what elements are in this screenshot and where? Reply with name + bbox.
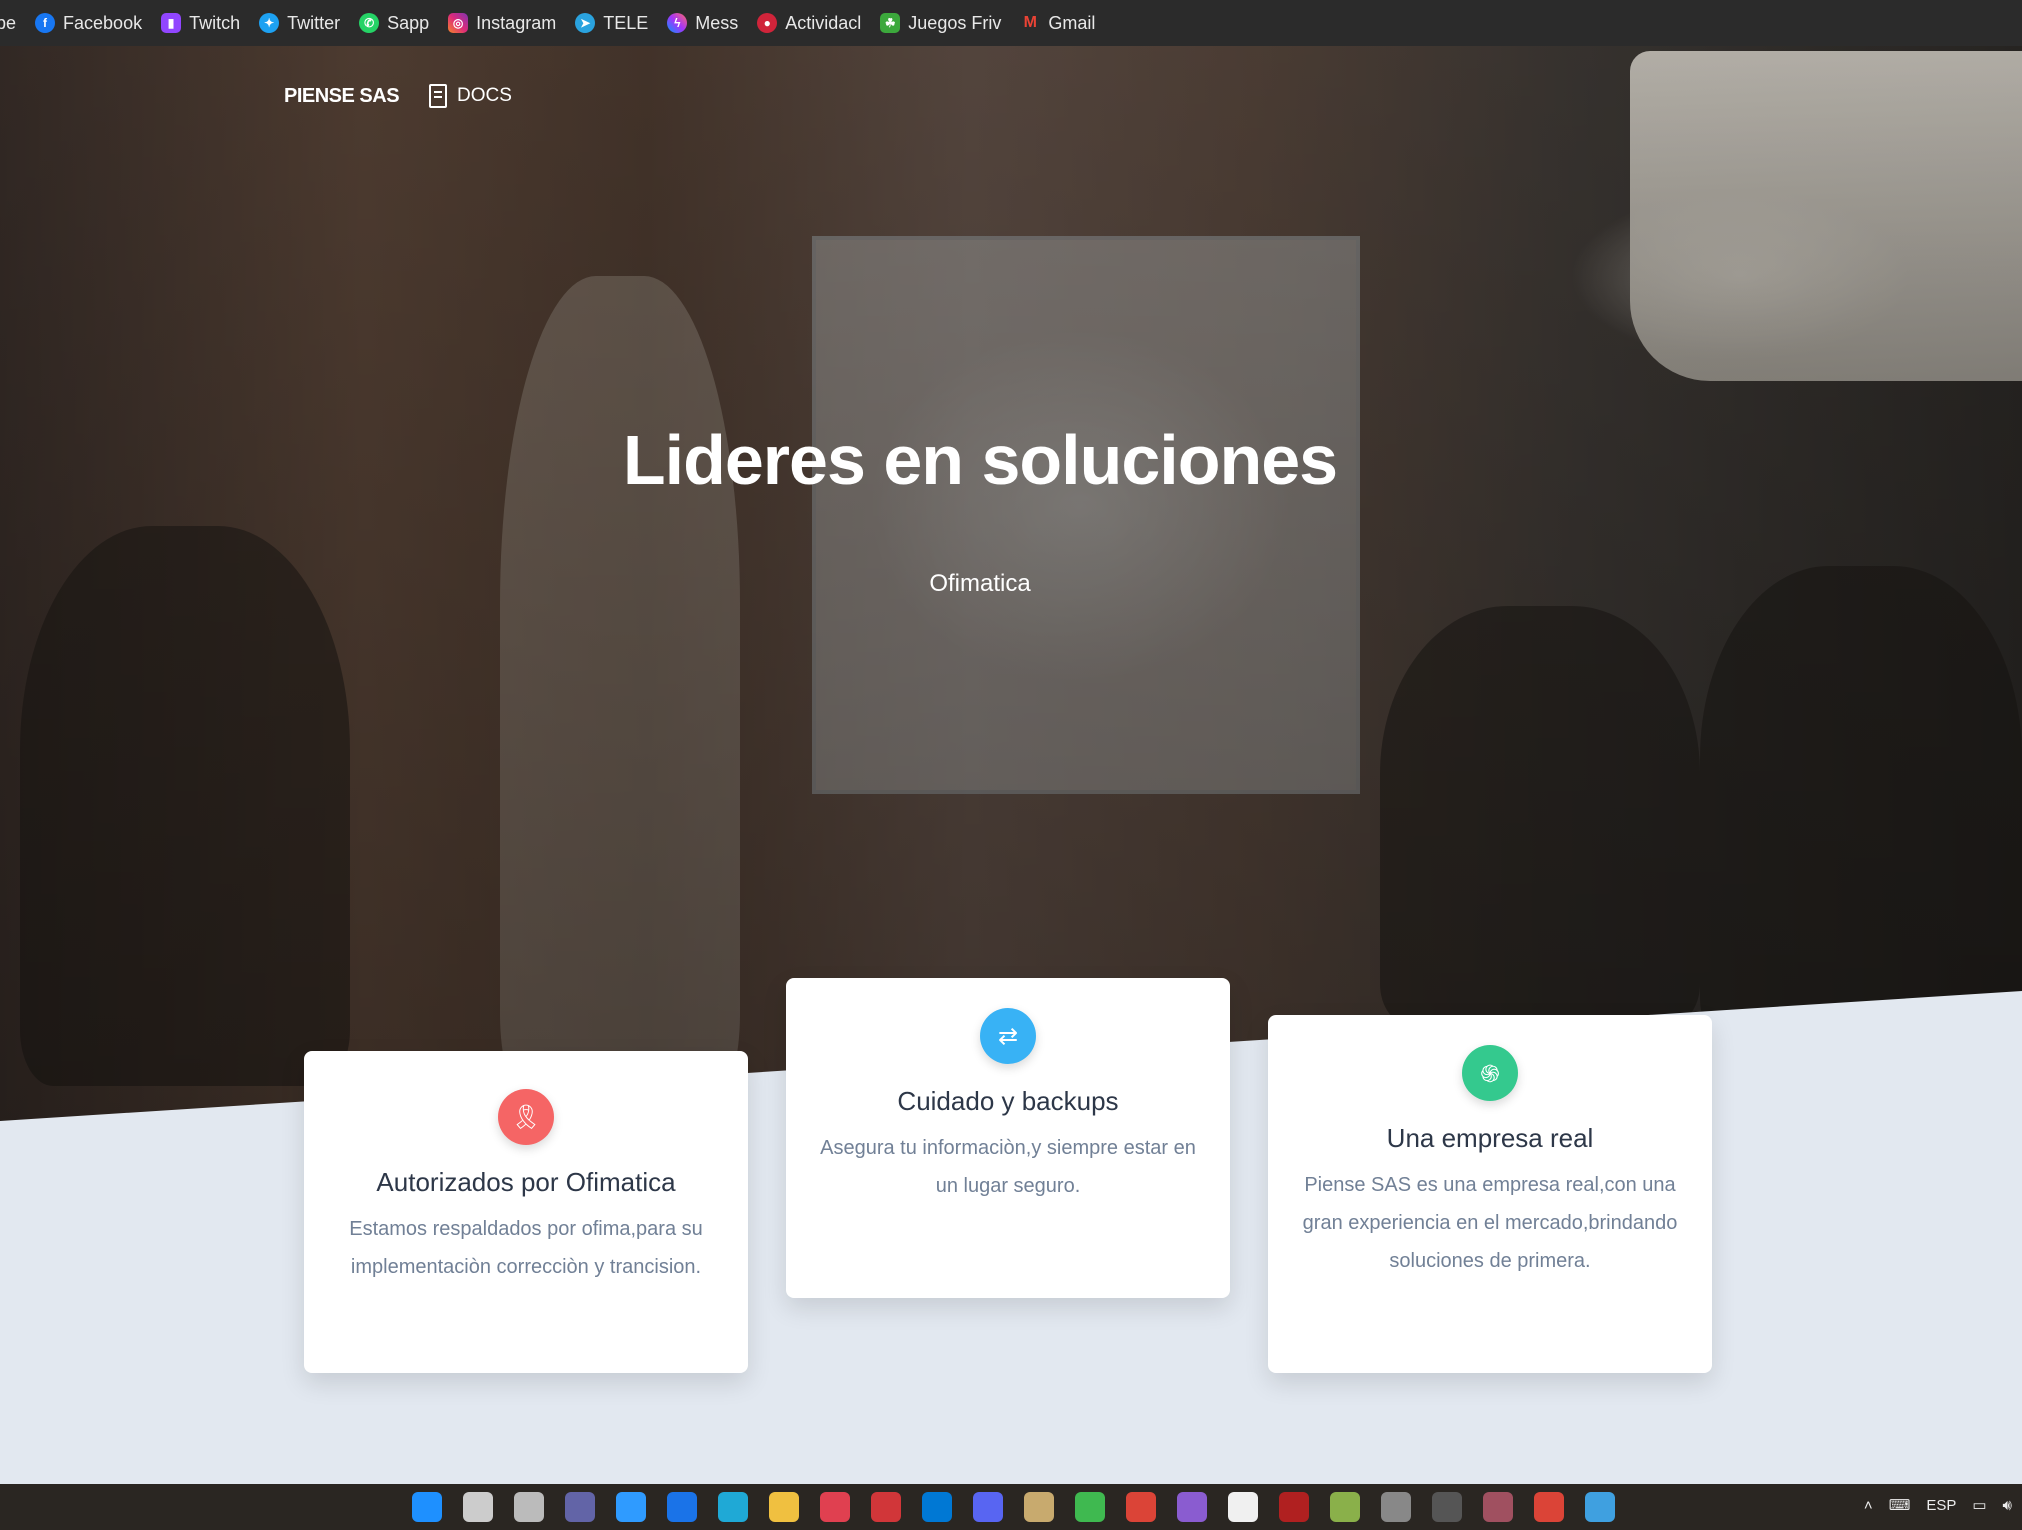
feature-card: 🎗︎ Autorizados por Ofimatica Estamos res… xyxy=(304,1051,748,1373)
cortana-icon[interactable] xyxy=(616,1492,646,1522)
bookmark-label: Juegos Friv xyxy=(908,12,1002,33)
bookmark-label: Mess xyxy=(695,12,739,33)
docs-label: DOCS xyxy=(457,85,512,106)
bookmark-gmail[interactable]: M Gmail xyxy=(1020,12,1096,34)
bookmark-twitter[interactable]: ✦ Twitter xyxy=(259,13,340,34)
hero-subtitle: Ofimatica xyxy=(929,570,1031,597)
bookmark-twitch[interactable]: ▮ Twitch xyxy=(161,13,240,34)
card-text: Asegura tu informaciòn,y siempre estar e… xyxy=(820,1137,1196,1197)
retweet-icon: ⇄ xyxy=(980,1008,1036,1064)
obs-icon[interactable] xyxy=(1177,1492,1207,1522)
bookmark-label: Instagram xyxy=(476,12,557,33)
file-explorer-icon[interactable] xyxy=(769,1492,799,1522)
github-icon[interactable] xyxy=(1228,1492,1258,1522)
bookmark-actividad[interactable]: ● Actividacl xyxy=(757,13,861,34)
search-icon[interactable] xyxy=(463,1492,493,1522)
bookmark-label: TELE xyxy=(603,12,649,33)
chrome2-icon[interactable] xyxy=(1534,1492,1564,1522)
windows-start-icon[interactable] xyxy=(412,1492,442,1522)
bookmark-label: Actividacl xyxy=(785,12,862,33)
brand-link[interactable]: PIENSE SAS xyxy=(284,85,400,108)
bookmark-whatsapp[interactable]: ✆ Sapp xyxy=(359,13,429,34)
telegram-icon: ➤ xyxy=(575,13,596,33)
top-nav: PIENSE SAS DOCS xyxy=(284,84,512,108)
discord-icon[interactable] xyxy=(973,1492,1003,1522)
bookmark-youtube[interactable]: be xyxy=(0,13,16,34)
valorant-icon[interactable] xyxy=(820,1492,850,1522)
card-title: Una empresa real xyxy=(1386,1123,1594,1153)
gmail-icon: M xyxy=(1023,14,1037,31)
riot-icon[interactable] xyxy=(871,1492,901,1522)
edge-icon[interactable] xyxy=(718,1492,748,1522)
network-icon[interactable]: ▭ xyxy=(1972,1496,1986,1514)
card-title: Autorizados por Ofimatica xyxy=(376,1167,676,1197)
task-view-icon[interactable] xyxy=(514,1492,544,1522)
tray-chevron-icon[interactable]: ˄ xyxy=(1864,1497,1873,1514)
bookmark-facebook[interactable]: f Facebook xyxy=(35,13,142,34)
game-icon[interactable] xyxy=(1279,1492,1309,1522)
feature-card: ֍ Una empresa real Piense SAS es una emp… xyxy=(1268,1015,1712,1373)
vscode-icon[interactable] xyxy=(922,1492,952,1522)
hero-title: Lideres en soluciones xyxy=(622,421,1338,499)
notepad-icon[interactable] xyxy=(1330,1492,1360,1522)
whatsapp-icon: ✆ xyxy=(359,13,380,33)
mail-icon[interactable] xyxy=(667,1492,697,1522)
twitch-icon: ▮ xyxy=(161,13,182,33)
bookmark-label: Facebook xyxy=(63,12,143,33)
terminal-icon[interactable] xyxy=(1432,1492,1462,1522)
document-icon xyxy=(429,84,448,108)
settings-icon[interactable] xyxy=(1381,1492,1411,1522)
keyboard-icon[interactable]: ⌨ xyxy=(1889,1496,1911,1514)
card-title: Cuidado y backups xyxy=(897,1086,1119,1116)
card-text: Estamos respaldados por ofima,para su im… xyxy=(349,1218,703,1278)
bookmark-label: Twitter xyxy=(287,12,341,33)
language-indicator[interactable]: ESP xyxy=(1926,1497,1956,1514)
bookmark-label: Twitch xyxy=(189,12,241,33)
messenger-icon: ϟ xyxy=(667,13,688,33)
teams-icon[interactable] xyxy=(565,1492,595,1522)
card-text: Piense SAS es una empresa real,con una g… xyxy=(1302,1174,1678,1272)
instagram-icon: ◎ xyxy=(448,13,469,33)
activity-icon: ● xyxy=(757,13,778,33)
docs-link[interactable]: DOCS xyxy=(429,84,512,108)
bookmark-instagram[interactable]: ◎ Instagram xyxy=(448,13,556,34)
game2-icon[interactable] xyxy=(1483,1492,1513,1522)
bookmark-telegram[interactable]: ➤ TELE xyxy=(575,13,648,34)
league-icon[interactable] xyxy=(1024,1492,1054,1522)
os-taskbar: ˄ ⌨ ESP ▭ 🔊︎ xyxy=(0,1484,2022,1530)
bookmark-label: be xyxy=(0,12,17,33)
bookmark-messenger[interactable]: ϟ Mess xyxy=(667,13,738,34)
paint-icon[interactable] xyxy=(1585,1492,1615,1522)
system-tray: ˄ ⌨ ESP ▭ 🔊︎ xyxy=(1864,1496,2012,1515)
feature-card: ⇄ Cuidado y backups Asegura tu informaci… xyxy=(786,978,1230,1298)
fingerprint-icon: ֍ xyxy=(1462,1045,1518,1101)
facebook-icon: f xyxy=(35,13,56,33)
award-icon: 🎗︎ xyxy=(498,1089,554,1145)
chrome-icon[interactable] xyxy=(1126,1492,1156,1522)
app-icon[interactable] xyxy=(1075,1492,1105,1522)
twitter-icon: ✦ xyxy=(259,13,280,33)
bookmarks-bar: be f Facebook ▮ Twitch ✦ Twitter ✆ Sapp … xyxy=(0,0,2022,48)
bookmark-label: Gmail xyxy=(1048,12,1096,33)
taskbar-apps xyxy=(412,1492,1615,1522)
volume-icon[interactable]: 🔊︎ xyxy=(2003,1497,2012,1514)
friv-icon: ☘ xyxy=(880,13,901,33)
bookmark-juegos-friv[interactable]: ☘ Juegos Friv xyxy=(880,13,1001,34)
bookmark-label: Sapp xyxy=(387,12,430,33)
